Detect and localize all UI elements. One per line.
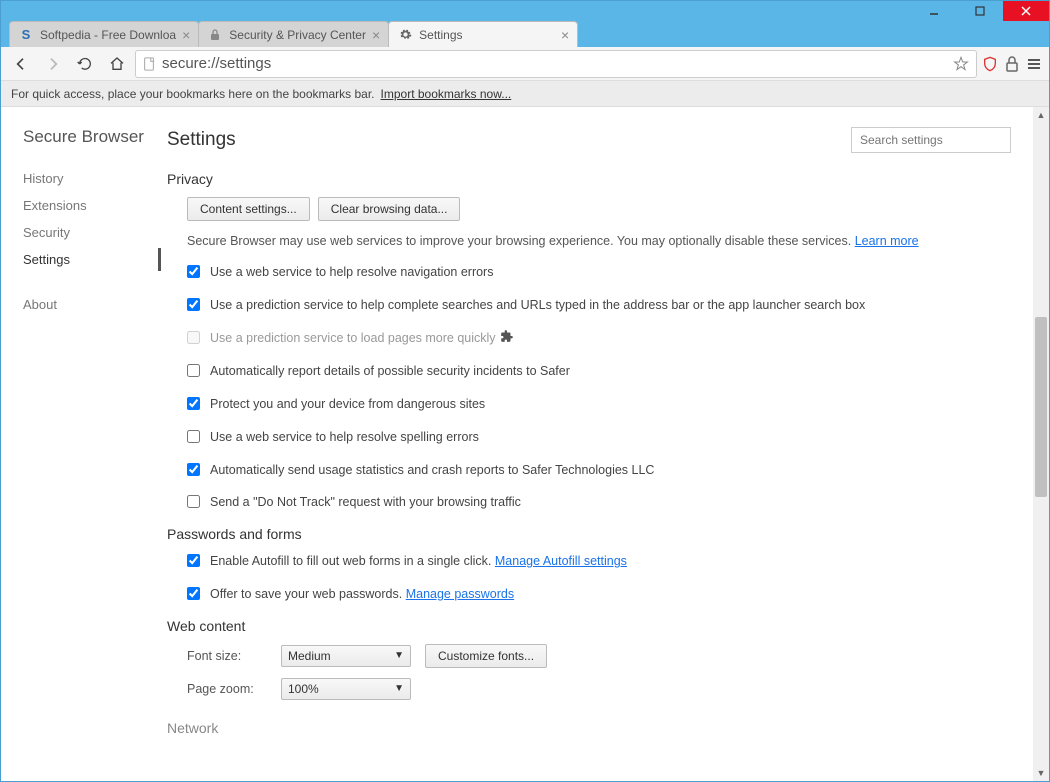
scrollbar[interactable]: ▲ ▼	[1033, 107, 1049, 781]
privacy-checkbox-1[interactable]	[187, 298, 200, 311]
privacy-checkbox-row: Protect you and your device from dangero…	[187, 395, 967, 414]
close-button[interactable]	[1003, 1, 1049, 21]
close-icon[interactable]: ×	[561, 27, 569, 43]
scrollbar-thumb[interactable]	[1035, 317, 1047, 497]
sidebar-item-history[interactable]: History	[23, 165, 161, 192]
maximize-button[interactable]	[957, 1, 1003, 21]
privacy-check-label: Automatically report details of possible…	[210, 362, 570, 381]
page-zoom-select[interactable]: 100%▼	[281, 678, 411, 700]
manage-passwords-link[interactable]: Manage passwords	[406, 587, 514, 601]
sidebar-item-about[interactable]: About	[23, 291, 161, 318]
section-privacy-title: Privacy	[167, 171, 1011, 187]
privacy-check-label: Use a web service to help resolve naviga…	[210, 263, 493, 282]
forward-button[interactable]	[39, 50, 67, 78]
clear-browsing-data-button[interactable]: Clear browsing data...	[318, 197, 461, 221]
privacy-checkbox-0[interactable]	[187, 265, 200, 278]
tab-favicon-icon: S	[18, 27, 34, 43]
search-settings-input[interactable]	[851, 127, 1011, 153]
close-icon[interactable]: ×	[182, 27, 190, 43]
tab-label: Softpedia - Free Downloa	[40, 28, 176, 42]
section-network-title: Network	[167, 720, 1011, 736]
privacy-checkbox-row: Send a "Do Not Track" request with your …	[187, 493, 967, 512]
font-size-select[interactable]: Medium▼	[281, 645, 411, 667]
autofill-label: Enable Autofill to fill out web forms in…	[210, 554, 491, 568]
close-icon[interactable]: ×	[372, 27, 380, 43]
scroll-up-icon[interactable]: ▲	[1033, 107, 1049, 123]
save-passwords-checkbox[interactable]	[187, 587, 200, 600]
sidebar-item-extensions[interactable]: Extensions	[23, 192, 161, 219]
url-text: secure://settings	[162, 55, 271, 72]
titlebar	[1, 1, 1049, 21]
privacy-check-label: Use a web service to help resolve spelli…	[210, 428, 479, 447]
shield-icon[interactable]	[981, 55, 999, 73]
back-button[interactable]	[7, 50, 35, 78]
privacy-checkbox-row: Automatically send usage statistics and …	[187, 461, 967, 480]
tab-label: Settings	[419, 28, 462, 42]
scroll-down-icon[interactable]: ▼	[1033, 765, 1049, 781]
bookmarks-hint: For quick access, place your bookmarks h…	[11, 87, 375, 101]
privacy-check-label: Use a prediction service to help complet…	[210, 296, 865, 315]
tab-settings[interactable]: Settings ×	[388, 21, 578, 47]
savepw-label: Offer to save your web passwords.	[210, 587, 402, 601]
chevron-down-icon: ▼	[394, 650, 404, 661]
puzzle-icon	[500, 329, 514, 349]
privacy-check-label: Use a prediction service to load pages m…	[210, 329, 514, 349]
page-title: Settings	[167, 129, 236, 151]
manage-autofill-link[interactable]: Manage Autofill settings	[495, 554, 627, 568]
lock-icon[interactable]	[1003, 55, 1021, 73]
bookmarks-bar: For quick access, place your bookmarks h…	[1, 81, 1049, 107]
sidebar: Secure Browser History Extensions Securi…	[1, 107, 161, 781]
privacy-checkbox-row: Use a web service to help resolve naviga…	[187, 263, 967, 282]
section-webcontent-title: Web content	[167, 618, 1011, 634]
customize-fonts-button[interactable]: Customize fonts...	[425, 644, 547, 668]
gear-icon	[397, 27, 413, 43]
sidebar-item-settings[interactable]: Settings	[23, 246, 161, 273]
font-size-label: Font size:	[187, 649, 267, 663]
tab-security-center[interactable]: Security & Privacy Center ×	[198, 21, 389, 47]
page-zoom-label: Page zoom:	[187, 682, 267, 696]
privacy-checkbox-2	[187, 331, 200, 344]
privacy-check-label: Automatically send usage statistics and …	[210, 461, 654, 480]
home-button[interactable]	[103, 50, 131, 78]
privacy-checkbox-row: Automatically report details of possible…	[187, 362, 967, 381]
privacy-checkbox-row: Use a prediction service to help complet…	[187, 296, 967, 315]
tab-label: Security & Privacy Center	[229, 28, 366, 42]
reload-button[interactable]	[71, 50, 99, 78]
privacy-check-label: Send a "Do Not Track" request with your …	[210, 493, 521, 512]
import-bookmarks-link[interactable]: Import bookmarks now...	[381, 87, 512, 101]
toolbar: secure://settings	[1, 47, 1049, 81]
chevron-down-icon: ▼	[394, 683, 404, 694]
tab-strip: S Softpedia - Free Downloa × Security & …	[1, 21, 1049, 47]
address-bar[interactable]: secure://settings	[135, 50, 977, 78]
lock-icon	[207, 27, 223, 43]
sidebar-item-security[interactable]: Security	[23, 219, 161, 246]
content-settings-button[interactable]: Content settings...	[187, 197, 310, 221]
privacy-checkbox-4[interactable]	[187, 397, 200, 410]
section-passwords-title: Passwords and forms	[167, 526, 1011, 542]
privacy-checkbox-7[interactable]	[187, 495, 200, 508]
privacy-checkbox-6[interactable]	[187, 463, 200, 476]
tab-softpedia[interactable]: S Softpedia - Free Downloa ×	[9, 21, 199, 47]
privacy-checkbox-5[interactable]	[187, 430, 200, 443]
privacy-explain: Secure Browser may use web services to i…	[187, 231, 967, 251]
autofill-checkbox[interactable]	[187, 554, 200, 567]
brand-title: Secure Browser	[23, 127, 161, 147]
learn-more-link[interactable]: Learn more	[855, 234, 919, 248]
page-icon	[142, 57, 156, 71]
menu-icon[interactable]	[1025, 55, 1043, 73]
star-icon[interactable]	[952, 55, 970, 73]
privacy-check-label: Protect you and your device from dangero…	[210, 395, 485, 414]
privacy-checkbox-row: Use a web service to help resolve spelli…	[187, 428, 967, 447]
minimize-button[interactable]	[911, 1, 957, 21]
privacy-checkbox-3[interactable]	[187, 364, 200, 377]
privacy-checkbox-row: Use a prediction service to load pages m…	[187, 329, 967, 349]
